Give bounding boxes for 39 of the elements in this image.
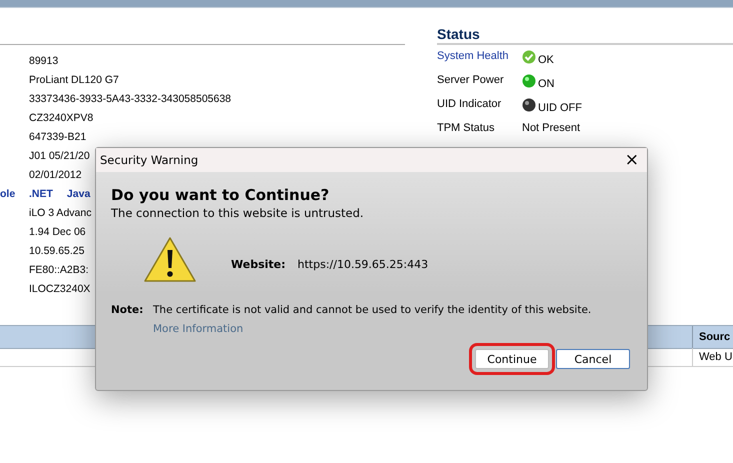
console-link[interactable]: .NET — [29, 188, 53, 200]
status-value: ON — [538, 78, 554, 90]
detail-value: 647339-B21 — [29, 130, 86, 142]
detail-value: ILOCZ3240X — [29, 282, 90, 294]
status-label: Server Power — [437, 74, 505, 86]
status-label: TPM Status — [437, 122, 496, 134]
detail-value: 89913 — [29, 54, 58, 66]
status-value: OK — [538, 54, 554, 66]
detail-value: 33373436-3933-5A43-3332-343058505638 — [29, 92, 232, 104]
status-label: UID Indicator — [437, 98, 502, 110]
table-cell: Web UI — [692, 348, 733, 366]
note-label: Note: — [111, 304, 144, 318]
console-link[interactable]: ole — [0, 188, 16, 200]
uid-off-icon — [522, 98, 536, 112]
website-label: Website: — [231, 258, 286, 270]
console-link[interactable]: Java — [66, 188, 90, 200]
status-label[interactable]: System Health — [437, 50, 522, 62]
detail-value: CZ3240XPV8 — [29, 112, 94, 124]
dialog-subheading: The connection to this website is untrusted. — [111, 206, 365, 220]
detail-value: 1.94 Dec 06 — [29, 226, 86, 238]
detail-value: ProLiant DL120 G7 — [29, 74, 119, 86]
detail-value: FE80::A2B3: — [29, 264, 89, 276]
status-value: UID OFF — [538, 102, 582, 114]
note-text: The certificate is not valid and cannot be used to verify the identity of this website. — [153, 304, 592, 316]
detail-value: 02/01/2012 — [29, 168, 82, 180]
website-url: https://10.59.65.25:443 — [298, 258, 428, 270]
detail-value: iLO 3 Advanc — [29, 206, 92, 218]
status-value: Not Present — [522, 122, 580, 134]
dialog-heading: Do you want to Continue? — [111, 186, 330, 204]
detail-value: J01 05/21/20 — [29, 150, 90, 162]
power-on-icon — [522, 74, 536, 88]
close-button[interactable]: × — [616, 150, 647, 170]
dialog-title: Security Warning — [100, 153, 198, 167]
status-title: Status — [437, 26, 733, 45]
check-icon — [522, 50, 536, 64]
cancel-button[interactable]: Cancel — [556, 349, 630, 369]
column-header: Sourc — [692, 326, 730, 348]
warning-icon — [143, 236, 197, 284]
detail-value: 10.59.65.25 — [29, 244, 84, 256]
